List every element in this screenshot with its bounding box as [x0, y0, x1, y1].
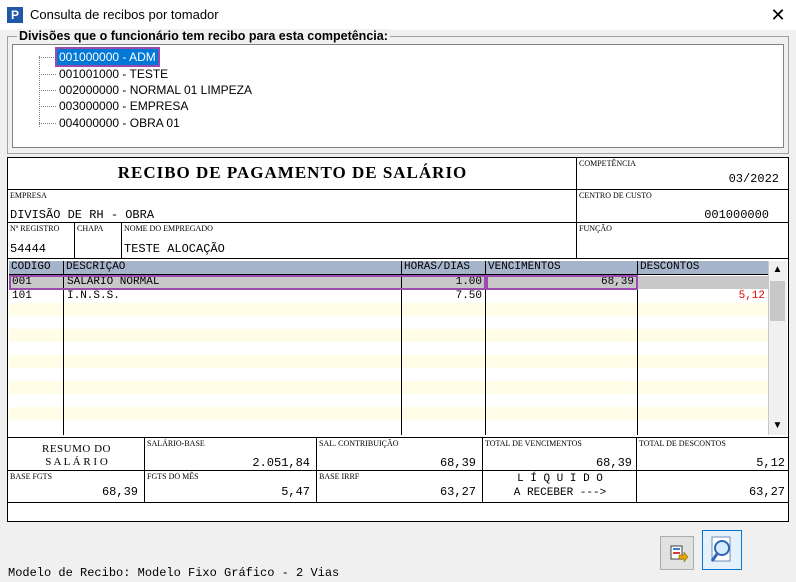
registro-value: 54444: [10, 242, 47, 256]
base-irrf-value: 63,27: [439, 485, 476, 499]
row-highlight-right: [486, 275, 638, 290]
table-row-empty: [9, 316, 768, 329]
cell-descontos: [638, 276, 768, 289]
row-highlight-left: [9, 275, 486, 290]
resumo-line2: S A L Á R I O: [45, 456, 108, 468]
tree-item-label: 001001000 - TESTE: [59, 67, 169, 81]
centro-custo-cell: CENTRO DE CUSTO 001000000: [577, 190, 789, 223]
empresa-value: DIVISÃO DE RH - OBRA: [10, 208, 155, 222]
modelo-recibo-text: Modelo de Recibo: Modelo Fixo Gráfico - …: [8, 566, 340, 580]
cell-descontos: 5,12: [738, 290, 765, 302]
export-icon: [670, 545, 689, 563]
grid-scrollbar[interactable]: ▲ ▼: [768, 261, 787, 435]
base-fgts-value: 68,39: [101, 485, 138, 499]
salary-receipt: RECIBO DE PAGAMENTO DE SALÁRIO COMPETÊNC…: [7, 157, 789, 522]
liquido-label-cell: L Í Q U I D O A RECEBER --->: [483, 471, 637, 503]
salario-base-value: 2.051,84: [252, 456, 310, 470]
competencia-label: COMPETÊNCIA: [579, 159, 636, 168]
liquido-line1: L Í Q U I D O: [517, 473, 603, 485]
total-venc-label: TOTAL DE VENCIMENTOS: [485, 439, 582, 448]
sal-contrib-value: 68,39: [439, 456, 476, 470]
total-desc-label: TOTAL DE DESCONTOS: [639, 439, 726, 448]
app-icon: P: [7, 7, 23, 23]
col-header-codigo[interactable]: CÓDIGO: [9, 261, 64, 275]
items-grid[interactable]: CÓDIGO DESCRIÇÃO HORAS/DIAS VENCIMENTOS …: [9, 261, 768, 435]
tree-item-label: 004000000 - OBRA 01: [59, 116, 180, 130]
centro-custo-value: 001000000: [704, 208, 769, 222]
title-bar: P Consulta de recibos por tomador ✕: [0, 0, 796, 30]
total-venc-value: 68,39: [595, 456, 632, 470]
tree-connector: [39, 56, 40, 127]
total-desc-value: 5,12: [756, 456, 785, 470]
magnifier-icon: [710, 536, 731, 562]
empresa-label: EMPRESA: [10, 191, 47, 200]
table-row-empty: [9, 355, 768, 368]
base-fgts-label: BASE FGTS: [10, 472, 53, 481]
registro-label: Nº REGISTRO: [10, 224, 60, 233]
base-fgts-cell: BASE FGTS 68,39: [8, 471, 145, 503]
resumo-cell: RESUMO DO S A L Á R I O: [8, 437, 145, 471]
registro-cell: Nº REGISTRO 54444: [8, 223, 75, 259]
sal-contrib-cell: SAL. CONTRIBUIÇÃO 68,39: [317, 437, 483, 471]
competencia-value: 03/2022: [728, 172, 779, 186]
col-header-horas[interactable]: HORAS/DIAS: [402, 261, 486, 275]
fgts-mes-label: FGTS DO MÊS: [147, 472, 199, 481]
tree-item-label: 003000000 - EMPRESA: [59, 99, 189, 113]
liquido-value-cell: 63,27: [637, 471, 789, 503]
window-title: Consulta de recibos por tomador: [30, 7, 219, 22]
liquido-line2: A RECEBER --->: [513, 487, 607, 499]
table-row-empty: [9, 420, 768, 435]
table-row-empty: [9, 303, 768, 316]
total-venc-cell: TOTAL DE VENCIMENTOS 68,39: [483, 437, 637, 471]
funcao-cell: FUNÇÃO: [577, 223, 789, 259]
cell-horas: 7.50: [402, 290, 486, 303]
table-row-empty: [9, 394, 768, 407]
competencia-cell: COMPETÊNCIA 03/2022: [577, 158, 789, 190]
close-button[interactable]: ✕: [760, 0, 796, 30]
zoom-preview-button[interactable]: [702, 530, 742, 570]
tree-item-label: 001000000 - ADM: [55, 47, 160, 67]
salario-base-cell: SALÁRIO-BASE 2.051,84: [145, 437, 317, 471]
base-irrf-label: BASE IRRF: [319, 472, 360, 481]
fgts-mes-value: 5,47: [281, 485, 310, 499]
empregado-cell: NOME DO EMPREGADO TESTE ALOCAÇÃO: [122, 223, 577, 259]
table-row-empty: [9, 368, 768, 381]
table-row-empty: [9, 329, 768, 342]
col-header-vencimentos[interactable]: VENCIMENTOS: [486, 261, 638, 275]
scroll-thumb[interactable]: [770, 281, 785, 321]
table-row-empty: [9, 407, 768, 420]
centro-custo-label: CENTRO DE CUSTO: [579, 191, 652, 200]
col-header-descricao[interactable]: DESCRIÇÃO: [64, 261, 402, 275]
sal-contrib-label: SAL. CONTRIBUIÇÃO: [319, 439, 399, 448]
salario-base-label: SALÁRIO-BASE: [147, 439, 205, 448]
fgts-mes-cell: FGTS DO MÊS 5,47: [145, 471, 317, 503]
empregado-value: TESTE ALOCAÇÃO: [124, 242, 225, 256]
funcao-label: FUNÇÃO: [579, 224, 612, 233]
total-desc-cell: TOTAL DE DESCONTOS 5,12: [637, 437, 789, 471]
divisions-tree[interactable]: 001000000 - ADM 001001000 - TESTE 002000…: [12, 44, 784, 148]
export-button[interactable]: [660, 536, 694, 570]
cell-codigo: 101: [9, 290, 64, 303]
scroll-up-icon[interactable]: ▲: [769, 261, 786, 278]
empregado-label: NOME DO EMPREGADO: [124, 224, 213, 233]
table-row-empty: [9, 342, 768, 355]
col-header-descontos[interactable]: DESCONTOS: [638, 261, 768, 275]
receipt-title: RECIBO DE PAGAMENTO DE SALÁRIO: [117, 163, 468, 182]
divisions-legend: Divisões que o funcionário tem recibo pa…: [17, 29, 390, 43]
empresa-cell: EMPRESA DIVISÃO DE RH - OBRA: [8, 190, 577, 223]
cell-descricao: I.N.S.S.: [64, 290, 402, 303]
table-row-empty: [9, 381, 768, 394]
tree-item-label: 002000000 - NORMAL 01 LIMPEZA: [59, 83, 252, 97]
chapa-cell: CHAPA: [75, 223, 122, 259]
liquido-value: 63,27: [748, 485, 785, 499]
cell-vencimentos: [486, 290, 638, 303]
chapa-label: CHAPA: [77, 224, 104, 233]
resumo-line1: RESUMO DO: [42, 443, 111, 455]
table-row[interactable]: 101 I.N.S.S. 7.50 5,12: [9, 290, 768, 303]
receipt-title-cell: RECIBO DE PAGAMENTO DE SALÁRIO: [8, 158, 577, 190]
base-irrf-cell: BASE IRRF 63,27: [317, 471, 483, 503]
scroll-down-icon[interactable]: ▼: [769, 417, 786, 434]
